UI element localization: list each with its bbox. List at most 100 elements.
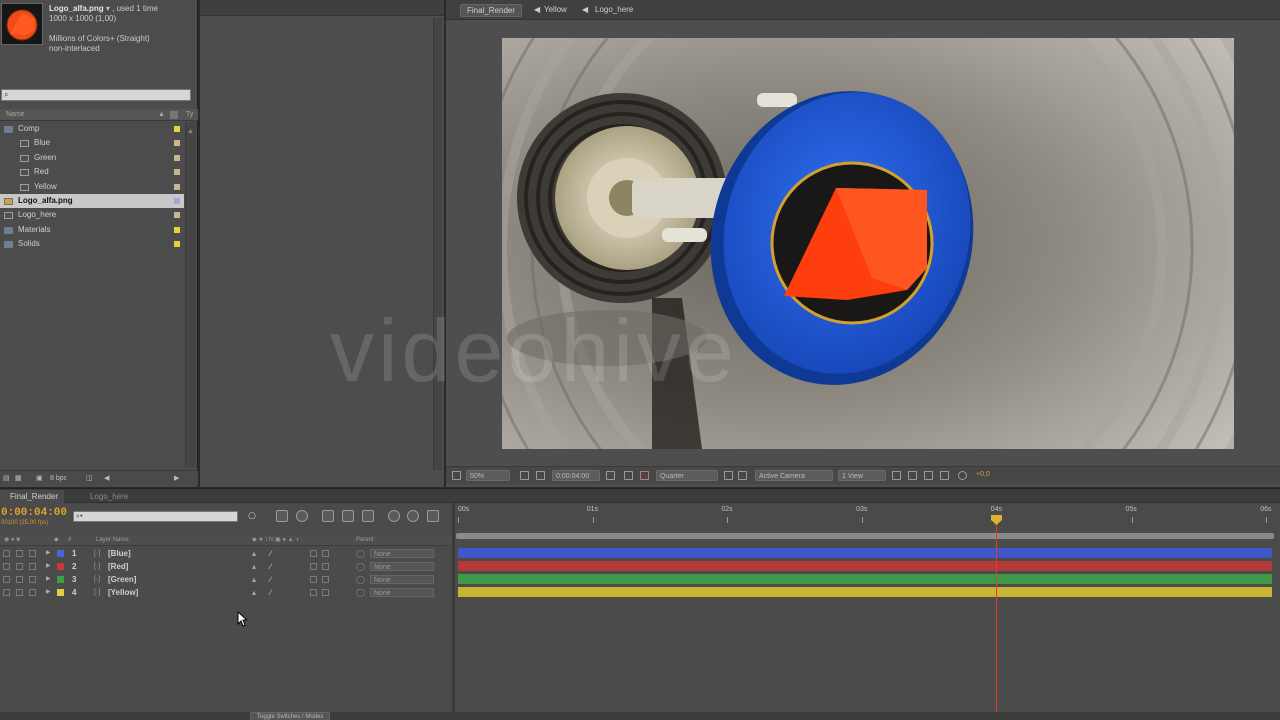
solo-toggle-icon[interactable]	[16, 576, 23, 583]
lock-toggle-icon[interactable]	[29, 550, 36, 557]
project-item[interactable]: Solids	[0, 237, 184, 251]
3d-switch-icon[interactable]	[322, 550, 329, 557]
exposure-value[interactable]: +0,0	[976, 471, 990, 478]
shy-switch-icon[interactable]: ▴	[252, 547, 256, 560]
switches-header-icon[interactable]: ◆ ★ \ fx ▣ ● ▲ ◑	[252, 535, 299, 546]
label-color-swatch[interactable]	[174, 140, 180, 147]
layer-label-color[interactable]	[57, 563, 64, 570]
parent-dropdown[interactable]: None	[370, 562, 434, 571]
project-search-input[interactable]: ⌕	[1, 89, 191, 101]
label-color-swatch[interactable]	[174, 154, 180, 161]
layer-name[interactable]: [Red]	[108, 560, 128, 573]
adjustment-switch-icon[interactable]	[310, 563, 317, 570]
solo-toggle-icon[interactable]	[16, 550, 23, 557]
new-comp-icon[interactable]: ▣	[36, 471, 43, 486]
sort-arrow-icon[interactable]: ▲	[158, 109, 165, 121]
project-column-header[interactable]: Name ▲ Ty	[0, 109, 198, 121]
camera-dropdown[interactable]: Active Camera	[755, 470, 833, 481]
parent-dropdown[interactable]: None	[370, 588, 434, 597]
label-color-swatch[interactable]	[174, 197, 180, 204]
3d-switch-icon[interactable]	[322, 563, 329, 570]
breadcrumb-logo-here[interactable]: Logo_here	[589, 4, 639, 17]
bit-depth-label[interactable]: 8 bpc	[50, 471, 67, 486]
scroll-right-icon[interactable]: ▶	[174, 471, 179, 486]
layer-duration-bar[interactable]	[458, 548, 1272, 558]
solo-toggle-icon[interactable]	[16, 589, 23, 596]
frame-blending-icon[interactable]	[322, 510, 334, 522]
parent-dropdown[interactable]: None	[370, 575, 434, 584]
shy-switch-icon[interactable]: ▴	[252, 573, 256, 586]
pick-whip-icon[interactable]: ◯	[356, 586, 365, 599]
toggle-switches-modes-button[interactable]: Toggle Switches / Modes	[250, 712, 331, 720]
channel-icon[interactable]	[640, 471, 649, 480]
layer-name[interactable]: [Blue]	[108, 547, 131, 560]
adjustment-switch-icon[interactable]	[310, 589, 317, 596]
breadcrumb-yellow[interactable]: Yellow	[538, 4, 573, 17]
region-of-interest-icon[interactable]	[724, 471, 733, 480]
project-item[interactable]: Red	[0, 165, 184, 179]
render-icon[interactable]	[427, 510, 439, 522]
brainstorm-icon[interactable]	[362, 510, 374, 522]
mask-icon[interactable]	[536, 471, 545, 480]
effects-scrollbar[interactable]	[433, 18, 442, 470]
layer-duration-bar[interactable]	[458, 587, 1272, 597]
timeline-search-input[interactable]: ⌕▾	[73, 511, 238, 522]
label-color-swatch[interactable]	[174, 241, 180, 248]
label-color-swatch[interactable]	[174, 183, 180, 190]
project-scrollbar[interactable]: ▲	[185, 122, 196, 468]
column-name-header[interactable]: Name	[6, 111, 25, 118]
view-layout-dropdown[interactable]: 1 View	[838, 470, 886, 481]
snapshot-icon[interactable]	[606, 471, 615, 480]
always-preview-icon[interactable]	[452, 471, 461, 480]
layer-name[interactable]: [Yellow]	[108, 586, 138, 599]
timeline-icon[interactable]	[924, 471, 933, 480]
quality-switch-icon[interactable]: ∕	[270, 560, 271, 573]
trash-icon[interactable]: ◫	[86, 471, 93, 486]
adjustment-switch-icon[interactable]	[310, 576, 317, 583]
layer-label-color[interactable]	[57, 550, 64, 557]
hide-shy-layers-icon[interactable]	[296, 510, 308, 522]
graph-editor-icon[interactable]	[407, 510, 419, 522]
tab-logo-here[interactable]: Logo_here	[80, 490, 134, 503]
exposure-icon[interactable]	[958, 471, 967, 480]
layer-name-header[interactable]: Layer Name	[96, 535, 129, 546]
3d-switch-icon[interactable]	[322, 576, 329, 583]
expand-arrow-icon[interactable]: ▶	[46, 586, 51, 599]
scroll-up-icon[interactable]: ▲	[187, 128, 195, 136]
work-area-bar[interactable]	[456, 533, 1274, 539]
time-ruler[interactable]: 00s 01s 02s 03s 04s 05s 06s	[456, 503, 1276, 529]
video-toggle-icon[interactable]	[3, 550, 10, 557]
pick-whip-icon[interactable]: ◯	[356, 573, 365, 586]
adjustment-switch-icon[interactable]	[310, 550, 317, 557]
motion-blur-icon[interactable]	[342, 510, 354, 522]
av-switch-header-icon[interactable]: ◉ ● ■	[4, 535, 20, 546]
draft-3d-icon[interactable]	[276, 510, 288, 522]
label-color-swatch[interactable]	[174, 169, 180, 176]
quality-switch-icon[interactable]: ∕	[270, 586, 271, 599]
layer-row[interactable]: ▶ 1 [·] [Blue] ▴ ∕ ◯ None	[0, 547, 452, 560]
lock-toggle-icon[interactable]	[29, 589, 36, 596]
video-toggle-icon[interactable]	[3, 563, 10, 570]
label-color-swatch[interactable]	[174, 126, 180, 132]
timeline-splitter[interactable]	[452, 503, 455, 720]
solo-toggle-icon[interactable]	[16, 563, 23, 570]
project-item[interactable]: Green	[0, 151, 184, 165]
lock-toggle-icon[interactable]	[29, 576, 36, 583]
expand-arrow-icon[interactable]: ▶	[46, 547, 51, 560]
project-item[interactable]: Blue	[0, 136, 184, 150]
layer-row[interactable]: ▶ 4 [·] [Yellow] ▴ ∕ ◯ None	[0, 586, 452, 599]
layer-duration-bar[interactable]	[458, 561, 1272, 571]
current-time-indicator[interactable]	[996, 515, 997, 720]
magnification-dropdown[interactable]: 50%	[466, 470, 510, 481]
3d-switch-icon[interactable]	[322, 589, 329, 596]
label-header-icon[interactable]: ◆	[54, 535, 59, 546]
flowchart-icon[interactable]	[940, 471, 949, 480]
shy-switch-icon[interactable]: ▴	[252, 560, 256, 573]
layer-name[interactable]: [Green]	[108, 573, 136, 586]
asset-usage[interactable]: ▾ , used 1 time	[106, 4, 158, 13]
layer-label-color[interactable]	[57, 576, 64, 583]
pixel-aspect-icon[interactable]	[892, 471, 901, 480]
auto-keyframe-icon[interactable]	[388, 510, 400, 522]
project-item[interactable]: Materials	[0, 223, 184, 237]
project-item[interactable]: Comp	[0, 122, 184, 136]
